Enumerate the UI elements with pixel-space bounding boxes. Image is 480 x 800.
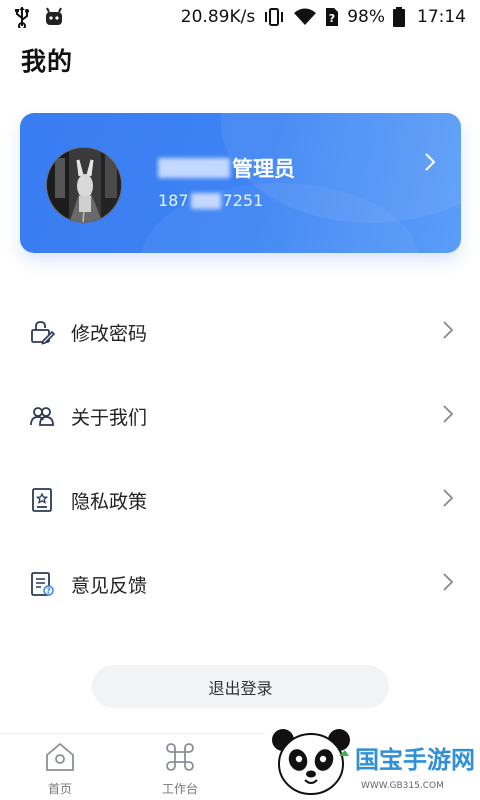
battery-icon [393, 7, 405, 27]
home-icon [43, 740, 77, 778]
workbench-icon [163, 740, 197, 778]
tab-label: 首页 [47, 782, 72, 796]
chevron-right-icon [423, 151, 437, 177]
watermark: 国宝手游网 WWW.GB315.COM [265, 720, 480, 800]
menu-item-privacy-policy[interactable]: 隐私政策 [0, 458, 480, 542]
svg-text:国宝手游网: 国宝手游网 [355, 746, 475, 774]
chevron-right-icon [442, 320, 454, 344]
menu-item-change-password[interactable]: 修改密码 [0, 290, 480, 374]
status-bar: 20.89K/s ? 98% 17:14 [0, 0, 480, 34]
chevron-right-icon [442, 488, 454, 512]
phone-suffix: 7251 [222, 191, 264, 210]
tab-label: 工作台 [161, 782, 198, 796]
android-icon [44, 7, 64, 27]
users-icon [29, 403, 55, 429]
svg-text:WWW.GB315.COM: WWW.GB315.COM [361, 781, 444, 791]
svg-text:?: ? [329, 12, 335, 25]
panda-logo-icon [272, 729, 350, 795]
menu-item-feedback[interactable]: ? 意见反馈 [0, 542, 480, 626]
menu-label: 意见反馈 [71, 574, 148, 597]
avatar[interactable] [46, 147, 122, 223]
masked-name [158, 158, 230, 178]
masked-phone-digits [190, 192, 221, 209]
feedback-icon: ? [29, 571, 55, 597]
lock-edit-icon [29, 319, 55, 345]
menu-item-about-us[interactable]: 关于我们 [0, 374, 480, 458]
no-sim-icon: ? [325, 7, 339, 27]
battery-percent: 98% [347, 7, 385, 27]
user-role: 管理员 [232, 157, 295, 181]
tab-workbench[interactable]: 工作台 [135, 740, 225, 798]
phone-prefix: 187 [158, 191, 189, 210]
clock: 17:14 [417, 7, 466, 27]
profile-card[interactable]: 管理员 187 7251 [20, 113, 461, 253]
svg-text:?: ? [46, 587, 51, 596]
user-name: 管理员 [158, 153, 295, 183]
page-title: 我的 [21, 47, 74, 76]
user-phone: 187 7251 [158, 191, 263, 210]
menu-list: 修改密码 关于我们 隐私政策 ? 意见反馈 [0, 290, 480, 626]
menu-label: 修改密码 [71, 322, 148, 345]
logout-button[interactable]: 退出登录 [92, 665, 389, 708]
privacy-policy-icon [29, 487, 55, 513]
chevron-right-icon [442, 572, 454, 596]
chevron-right-icon [442, 404, 454, 428]
vibrate-icon [263, 7, 285, 27]
watermark-text: 国宝手游网 WWW.GB315.COM [355, 746, 475, 791]
wifi-icon [293, 8, 317, 26]
menu-label: 关于我们 [71, 406, 148, 429]
menu-label: 隐私政策 [71, 490, 148, 513]
usb-icon [14, 6, 30, 28]
network-speed: 20.89K/s [180, 7, 256, 27]
tab-home[interactable]: 首页 [15, 740, 105, 798]
